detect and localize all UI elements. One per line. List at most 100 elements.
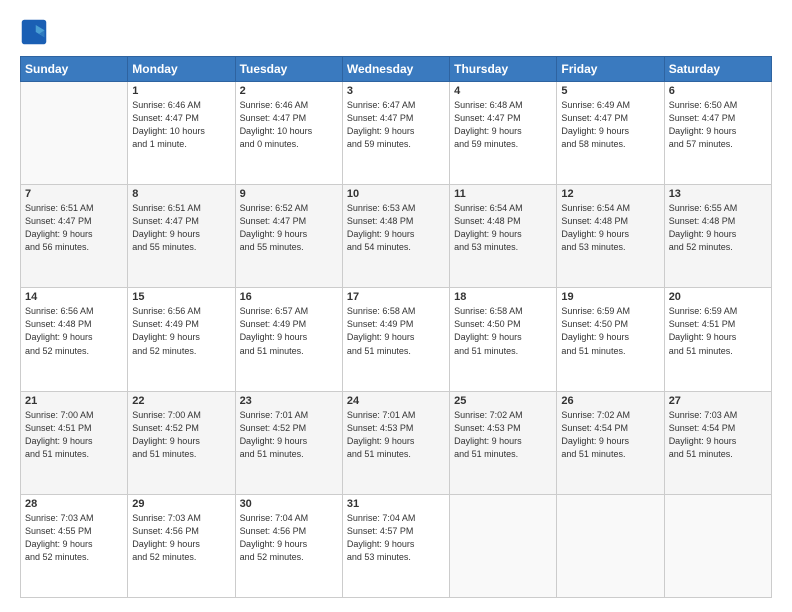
calendar-cell: 12 Sunrise: 6:54 AM Sunset: 4:48 PM Dayli… — [557, 185, 664, 288]
day-info: Sunrise: 6:59 AM Sunset: 4:51 PM Dayligh… — [669, 305, 767, 357]
logo — [20, 18, 52, 46]
day-info: Sunrise: 7:01 AM Sunset: 4:52 PM Dayligh… — [240, 409, 338, 461]
calendar-cell: 17Sunrise: 6:58 AM Sunset: 4:49 PM Dayli… — [342, 288, 449, 391]
day-info: Sunrise: 6:56 AM Sunset: 4:49 PM Dayligh… — [132, 305, 230, 357]
calendar-week-row: 1 Sunrise: 6:46 AM Sunset: 4:47 PM Daylig… — [21, 82, 772, 185]
calendar-cell: 5 Sunrise: 6:49 AM Sunset: 4:47 PM Daylig… — [557, 82, 664, 185]
calendar-cell: 10 Sunrise: 6:53 AM Sunset: 4:48 PM Dayli… — [342, 185, 449, 288]
calendar-cell: 4 Sunrise: 6:48 AM Sunset: 4:47 PM Daylig… — [450, 82, 557, 185]
weekday-header: Monday — [128, 57, 235, 82]
calendar-cell: 19Sunrise: 6:59 AM Sunset: 4:50 PM Dayli… — [557, 288, 664, 391]
day-number: 14 — [25, 291, 123, 303]
day-info: Sunrise: 6:52 AM Sunset: 4:47 PM Dayligh… — [240, 202, 338, 254]
day-info: Sunrise: 7:03 AM Sunset: 4:56 PM Dayligh… — [132, 512, 230, 564]
calendar-cell: 7 Sunrise: 6:51 AM Sunset: 4:47 PM Daylig… — [21, 185, 128, 288]
day-number: 13 — [669, 188, 767, 200]
day-info: Sunrise: 6:50 AM Sunset: 4:47 PM Dayligh… — [669, 99, 767, 151]
weekday-header: Sunday — [21, 57, 128, 82]
calendar-cell: 22 Sunrise: 7:00 AM Sunset: 4:52 PM Dayli… — [128, 391, 235, 494]
day-number: 5 — [561, 85, 659, 97]
day-info: Sunrise: 7:04 AM Sunset: 4:57 PM Dayligh… — [347, 512, 445, 564]
day-info: Sunrise: 6:58 AM Sunset: 4:50 PM Dayligh… — [454, 305, 552, 357]
day-number: 30 — [240, 498, 338, 510]
calendar-cell: 27 Sunrise: 7:03 AM Sunset: 4:54 PM Dayli… — [664, 391, 771, 494]
day-number: 10 — [347, 188, 445, 200]
day-number: 20 — [669, 291, 767, 303]
day-info: Sunrise: 7:02 AM Sunset: 4:54 PM Dayligh… — [561, 409, 659, 461]
logo-icon — [20, 18, 48, 46]
calendar-cell: 25Sunrise: 7:02 AM Sunset: 4:53 PM Dayli… — [450, 391, 557, 494]
calendar-cell — [557, 494, 664, 597]
day-info: Sunrise: 7:02 AM Sunset: 4:53 PM Dayligh… — [454, 409, 552, 461]
calendar-cell: 8 Sunrise: 6:51 AM Sunset: 4:47 PM Daylig… — [128, 185, 235, 288]
calendar-cell: 21 Sunrise: 7:00 AM Sunset: 4:51 PM Dayli… — [21, 391, 128, 494]
header — [20, 18, 772, 46]
calendar-cell: 16Sunrise: 6:57 AM Sunset: 4:49 PM Dayli… — [235, 288, 342, 391]
calendar-cell: 20 Sunrise: 6:59 AM Sunset: 4:51 PM Dayli… — [664, 288, 771, 391]
day-info: Sunrise: 7:00 AM Sunset: 4:52 PM Dayligh… — [132, 409, 230, 461]
calendar-cell: 30 Sunrise: 7:04 AM Sunset: 4:56 PM Dayli… — [235, 494, 342, 597]
weekday-header: Saturday — [664, 57, 771, 82]
day-info: Sunrise: 6:55 AM Sunset: 4:48 PM Dayligh… — [669, 202, 767, 254]
day-number: 12 — [561, 188, 659, 200]
day-info: Sunrise: 6:51 AM Sunset: 4:47 PM Dayligh… — [132, 202, 230, 254]
day-info: Sunrise: 6:49 AM Sunset: 4:47 PM Dayligh… — [561, 99, 659, 151]
day-number: 23 — [240, 395, 338, 407]
day-info: Sunrise: 6:54 AM Sunset: 4:48 PM Dayligh… — [561, 202, 659, 254]
calendar-cell: 6 Sunrise: 6:50 AM Sunset: 4:47 PM Daylig… — [664, 82, 771, 185]
day-info: Sunrise: 6:47 AM Sunset: 4:47 PM Dayligh… — [347, 99, 445, 151]
calendar-cell: 15 Sunrise: 6:56 AM Sunset: 4:49 PM Dayli… — [128, 288, 235, 391]
calendar-week-row: 14 Sunrise: 6:56 AM Sunset: 4:48 PM Dayli… — [21, 288, 772, 391]
day-number: 18 — [454, 291, 552, 303]
calendar-table: SundayMondayTuesdayWednesdayThursdayFrid… — [20, 56, 772, 598]
weekday-header: Friday — [557, 57, 664, 82]
day-number: 16 — [240, 291, 338, 303]
day-info: Sunrise: 6:46 AM Sunset: 4:47 PM Dayligh… — [240, 99, 338, 151]
day-number: 3 — [347, 85, 445, 97]
day-info: Sunrise: 7:00 AM Sunset: 4:51 PM Dayligh… — [25, 409, 123, 461]
day-number: 1 — [132, 85, 230, 97]
day-number: 27 — [669, 395, 767, 407]
day-info: Sunrise: 6:48 AM Sunset: 4:47 PM Dayligh… — [454, 99, 552, 151]
day-number: 7 — [25, 188, 123, 200]
calendar-cell: 14 Sunrise: 6:56 AM Sunset: 4:48 PM Dayli… — [21, 288, 128, 391]
day-number: 6 — [669, 85, 767, 97]
weekday-header: Wednesday — [342, 57, 449, 82]
day-info: Sunrise: 6:46 AM Sunset: 4:47 PM Dayligh… — [132, 99, 230, 151]
day-number: 8 — [132, 188, 230, 200]
calendar-cell: 13 Sunrise: 6:55 AM Sunset: 4:48 PM Dayli… — [664, 185, 771, 288]
calendar-cell: 28Sunrise: 7:03 AM Sunset: 4:55 PM Dayli… — [21, 494, 128, 597]
page: SundayMondayTuesdayWednesdayThursdayFrid… — [0, 0, 792, 612]
calendar-cell: 29 Sunrise: 7:03 AM Sunset: 4:56 PM Dayli… — [128, 494, 235, 597]
day-number: 19 — [561, 291, 659, 303]
day-number: 15 — [132, 291, 230, 303]
calendar-cell: 2Sunrise: 6:46 AM Sunset: 4:47 PM Daylig… — [235, 82, 342, 185]
day-number: 21 — [25, 395, 123, 407]
calendar-cell — [664, 494, 771, 597]
calendar-week-row: 7 Sunrise: 6:51 AM Sunset: 4:47 PM Daylig… — [21, 185, 772, 288]
day-info: Sunrise: 7:03 AM Sunset: 4:54 PM Dayligh… — [669, 409, 767, 461]
day-number: 4 — [454, 85, 552, 97]
day-info: Sunrise: 6:54 AM Sunset: 4:48 PM Dayligh… — [454, 202, 552, 254]
day-info: Sunrise: 6:51 AM Sunset: 4:47 PM Dayligh… — [25, 202, 123, 254]
weekday-header: Thursday — [450, 57, 557, 82]
calendar-cell: 1 Sunrise: 6:46 AM Sunset: 4:47 PM Daylig… — [128, 82, 235, 185]
day-number: 29 — [132, 498, 230, 510]
calendar-cell — [21, 82, 128, 185]
calendar-cell: 3 Sunrise: 6:47 AM Sunset: 4:47 PM Daylig… — [342, 82, 449, 185]
day-info: Sunrise: 7:04 AM Sunset: 4:56 PM Dayligh… — [240, 512, 338, 564]
calendar-header-row: SundayMondayTuesdayWednesdayThursdayFrid… — [21, 57, 772, 82]
calendar-cell: 9 Sunrise: 6:52 AM Sunset: 4:47 PM Daylig… — [235, 185, 342, 288]
weekday-header: Tuesday — [235, 57, 342, 82]
day-info: Sunrise: 6:53 AM Sunset: 4:48 PM Dayligh… — [347, 202, 445, 254]
day-info: Sunrise: 6:56 AM Sunset: 4:48 PM Dayligh… — [25, 305, 123, 357]
calendar-cell: 23 Sunrise: 7:01 AM Sunset: 4:52 PM Dayli… — [235, 391, 342, 494]
calendar-cell: 31Sunrise: 7:04 AM Sunset: 4:57 PM Dayli… — [342, 494, 449, 597]
day-number: 22 — [132, 395, 230, 407]
calendar-cell: 26Sunrise: 7:02 AM Sunset: 4:54 PM Dayli… — [557, 391, 664, 494]
calendar-cell: 18 Sunrise: 6:58 AM Sunset: 4:50 PM Dayli… — [450, 288, 557, 391]
day-number: 9 — [240, 188, 338, 200]
calendar-week-row: 28Sunrise: 7:03 AM Sunset: 4:55 PM Dayli… — [21, 494, 772, 597]
day-info: Sunrise: 6:58 AM Sunset: 4:49 PM Dayligh… — [347, 305, 445, 357]
day-info: Sunrise: 7:03 AM Sunset: 4:55 PM Dayligh… — [25, 512, 123, 564]
